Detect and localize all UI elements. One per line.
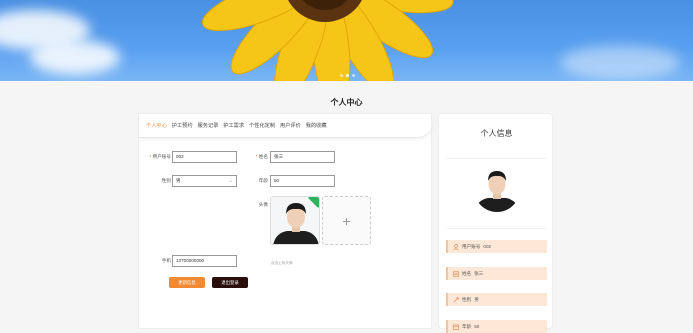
tab-profile[interactable]: 个人中心 bbox=[146, 122, 167, 129]
tab-customization[interactable]: 个性化定制 bbox=[249, 122, 275, 129]
divider bbox=[447, 228, 546, 229]
name-label: * 姓名 bbox=[255, 154, 268, 159]
age-input[interactable]: 50 bbox=[270, 175, 335, 187]
tab-user-reviews[interactable]: 用户评价 bbox=[280, 122, 301, 129]
info-row-label: 姓名 bbox=[462, 270, 472, 276]
account-input[interactable]: 002 bbox=[172, 151, 237, 163]
user-icon bbox=[453, 243, 459, 250]
tab-favorites[interactable]: 我的收藏 bbox=[306, 122, 327, 129]
carousel-dot-active[interactable] bbox=[346, 74, 349, 77]
sunflower-image bbox=[202, 0, 454, 81]
carousel-dot[interactable] bbox=[340, 74, 343, 77]
gender-label: 性别 bbox=[161, 178, 171, 183]
logout-button[interactable]: 退出登录 bbox=[212, 277, 248, 288]
info-row-value: 50 bbox=[474, 324, 480, 329]
tab-caregiver-booking[interactable]: 护工预约 bbox=[172, 122, 193, 129]
tab-bar: 个人中心 护工预约 服务记录 护工需求 个性化定制 用户评价 我的收藏 bbox=[139, 114, 433, 138]
plus-icon: + bbox=[342, 212, 351, 229]
carousel-dot[interactable] bbox=[352, 74, 355, 77]
info-row-gender: 性别 男 bbox=[446, 293, 547, 306]
avatar-preview[interactable] bbox=[270, 196, 320, 245]
id-card-icon bbox=[453, 271, 459, 277]
phone-label: 手机 bbox=[161, 258, 171, 263]
info-row-value: 002 bbox=[483, 244, 492, 249]
update-info-button[interactable]: 更新信息 bbox=[169, 277, 205, 288]
avatar-photo bbox=[474, 166, 520, 212]
gender-icon bbox=[453, 297, 459, 302]
info-row-label: 性别 bbox=[462, 296, 472, 302]
info-row-name: 姓名 张三 bbox=[446, 267, 547, 280]
name-input[interactable]: 张三 bbox=[270, 151, 335, 163]
profile-summary-title: 个人信息 bbox=[480, 129, 513, 138]
carousel-dots[interactable] bbox=[340, 74, 355, 77]
info-row-value: 张三 bbox=[474, 270, 484, 276]
avatar-upload-hint: 点击上传头像 bbox=[271, 261, 293, 265]
gender-value: 男 bbox=[176, 178, 181, 183]
avatar-upload-button[interactable]: + bbox=[322, 196, 371, 245]
age-label: 年龄 bbox=[258, 178, 268, 183]
info-row-age: 年龄 50 bbox=[446, 320, 547, 333]
tab-caregiver-needs[interactable]: 护工需求 bbox=[223, 122, 244, 129]
avatar-photo bbox=[271, 197, 319, 244]
banner-carousel[interactable] bbox=[0, 0, 693, 81]
phone-input[interactable]: 13700000000 bbox=[172, 255, 237, 267]
page-title: 个人中心 bbox=[330, 98, 363, 107]
info-row-account: 用户账号 002 bbox=[446, 240, 547, 253]
tab-service-records[interactable]: 服务记录 bbox=[198, 122, 219, 129]
avatar-label: 头像 bbox=[258, 202, 268, 207]
account-label: * 用户账号 bbox=[149, 154, 171, 159]
gender-select[interactable]: 男 ⌄ bbox=[172, 175, 237, 187]
profile-summary-panel: 个人信息 用户账号 002 姓名 张三 性别 男 年龄 50 bbox=[438, 113, 553, 333]
chevron-down-icon: ⌄ bbox=[228, 178, 233, 184]
divider bbox=[447, 158, 546, 159]
info-row-value: 男 bbox=[474, 296, 479, 302]
avatar bbox=[474, 166, 520, 212]
info-row-label: 用户账号 bbox=[462, 243, 481, 249]
